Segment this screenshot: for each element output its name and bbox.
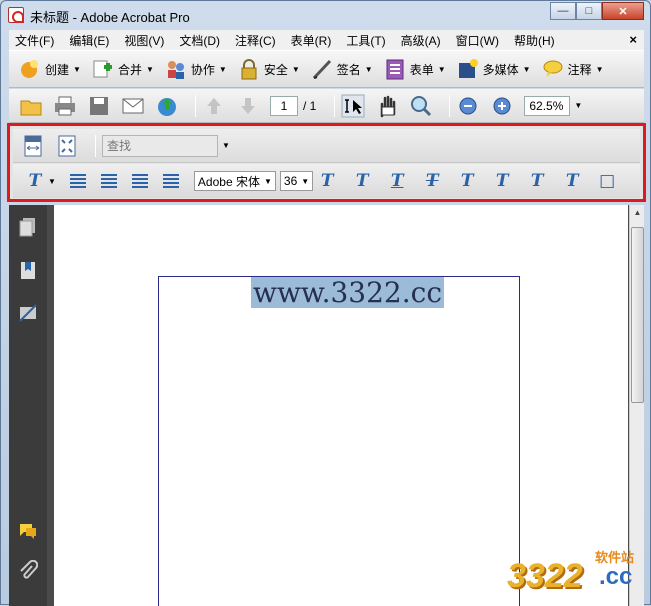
- typewriter-toolbar-highlight: 查找 ▼ T ▼ Adobe 宋体 ▼ 36 ▼ T T T T T T T T □: [7, 123, 646, 202]
- italic-text-icon[interactable]: T: [352, 171, 372, 191]
- fit-width-icon[interactable]: [21, 134, 45, 158]
- create-icon: [19, 58, 41, 80]
- fit-page-icon[interactable]: [55, 134, 79, 158]
- hand-tool-icon[interactable]: [375, 94, 399, 118]
- window-title: 未标题 - Adobe Acrobat Pro: [30, 10, 190, 25]
- document-close-icon[interactable]: ×: [629, 32, 637, 47]
- menu-bar: 文件(F) 编辑(E) 视图(V) 文档(D) 注释(C) 表单(R) 工具(T…: [9, 30, 644, 50]
- align-right-icon[interactable]: [131, 174, 148, 188]
- menu-edit[interactable]: 编辑(E): [69, 32, 109, 49]
- menu-advanced[interactable]: 高级(A): [401, 32, 441, 49]
- zoom-tool-icon[interactable]: [409, 94, 433, 118]
- subscript-icon[interactable]: T: [492, 171, 512, 191]
- text-format-toolbar: T ▼ Adobe 宋体 ▼ 36 ▼ T T T T T T T T □: [13, 164, 640, 198]
- scroll-thumb[interactable]: [631, 227, 644, 403]
- menu-file[interactable]: 文件(F): [15, 32, 54, 49]
- zoom-in-icon[interactable]: [490, 94, 514, 118]
- zoom-out-icon[interactable]: [456, 94, 480, 118]
- maximize-button[interactable]: □: [576, 2, 602, 20]
- upload-globe-icon[interactable]: [155, 94, 179, 118]
- find-dropdown-icon[interactable]: ▼: [222, 141, 230, 150]
- text-frame: www.3322.cc: [158, 276, 520, 606]
- font-family-select[interactable]: Adobe 宋体 ▼: [193, 171, 276, 191]
- sign-button[interactable]: 签名 ▼: [307, 54, 377, 84]
- title-bar: 未标题 - Adobe Acrobat Pro — □ ✕: [1, 1, 650, 29]
- underline-text-icon[interactable]: T: [387, 171, 407, 191]
- navigation-panel: [9, 205, 47, 606]
- text-spacing-icon[interactable]: T: [527, 171, 547, 191]
- attachments-icon[interactable]: [18, 559, 39, 580]
- menu-window[interactable]: 窗口(W): [456, 32, 499, 49]
- menu-tools[interactable]: 工具(T): [346, 32, 385, 49]
- menu-forms[interactable]: 表单(R): [291, 32, 332, 49]
- file-toolbar: 1 / 1 62.5% ▼: [9, 89, 644, 123]
- combine-icon: [92, 58, 114, 80]
- multimedia-button[interactable]: 多媒体 ▼: [453, 54, 535, 84]
- page-total: / 1: [303, 98, 317, 113]
- find-toolbar: 查找 ▼: [13, 129, 640, 163]
- minimize-button[interactable]: —: [550, 2, 576, 20]
- close-button[interactable]: ✕: [602, 2, 644, 20]
- text-box-icon[interactable]: □: [597, 171, 617, 191]
- combine-button[interactable]: 合并 ▼: [88, 54, 158, 84]
- font-size-select[interactable]: 36 ▼: [279, 171, 314, 191]
- text-indent-icon[interactable]: T: [562, 171, 582, 191]
- menu-view[interactable]: 视图(V): [124, 32, 164, 49]
- comment-button[interactable]: 注释 ▼: [538, 54, 608, 84]
- site-watermark-logo: 软件站 3322 .cc: [507, 550, 635, 595]
- next-page-icon[interactable]: [236, 94, 260, 118]
- comments-panel-icon[interactable]: [18, 520, 38, 540]
- zoom-dropdown-icon[interactable]: ▼: [574, 101, 582, 110]
- superscript-icon[interactable]: T: [457, 171, 477, 191]
- pen-icon: [311, 58, 333, 80]
- scroll-up-arrow[interactable]: ▲: [630, 205, 645, 221]
- secure-button[interactable]: 安全 ▼: [234, 54, 304, 84]
- selected-document-text[interactable]: www.3322.cc: [251, 277, 444, 308]
- comment-icon: [542, 58, 564, 80]
- multimedia-icon: [457, 58, 479, 80]
- save-icon[interactable]: [87, 94, 111, 118]
- find-input[interactable]: 查找: [102, 134, 218, 157]
- zoom-level-input[interactable]: 62.5%: [524, 95, 571, 116]
- text-color-dropdown-icon[interactable]: ▼: [48, 177, 56, 186]
- previous-page-icon[interactable]: [202, 94, 226, 118]
- collaborate-button[interactable]: 协作 ▼: [161, 54, 231, 84]
- menu-comments[interactable]: 注释(C): [235, 32, 276, 49]
- bookmarks-icon[interactable]: [18, 260, 38, 280]
- email-icon[interactable]: [121, 94, 145, 118]
- align-center-icon[interactable]: [100, 174, 117, 188]
- form-icon: [384, 58, 406, 80]
- collaborate-icon: [165, 58, 187, 80]
- tasks-toolbar: 创建 ▼ 合并 ▼ 协作 ▼ 安全 ▼ 签名 ▼ 表单 ▼ 多媒体 ▼ 注释 ▼: [9, 50, 644, 88]
- pages-icon[interactable]: [18, 217, 38, 237]
- bold-text-icon[interactable]: T: [317, 171, 337, 191]
- menu-help[interactable]: 帮助(H): [514, 32, 555, 49]
- text-color-icon[interactable]: T: [25, 171, 45, 191]
- menu-document[interactable]: 文档(D): [179, 32, 220, 49]
- justify-icon[interactable]: [162, 174, 179, 188]
- lock-icon: [238, 58, 260, 80]
- acrobat-window: 未标题 - Adobe Acrobat Pro — □ ✕ 文件(F) 编辑(E…: [0, 0, 651, 606]
- create-button[interactable]: 创建 ▼: [15, 54, 85, 84]
- strikethrough-text-icon[interactable]: T: [422, 171, 442, 191]
- print-icon[interactable]: [53, 94, 77, 118]
- signatures-icon[interactable]: [18, 303, 38, 323]
- page-number-input[interactable]: 1: [270, 95, 298, 116]
- pdf-app-icon: [8, 7, 24, 23]
- select-tool-icon[interactable]: [341, 94, 365, 118]
- open-folder-icon[interactable]: [19, 94, 43, 118]
- forms-button[interactable]: 表单 ▼: [380, 54, 450, 84]
- align-left-icon[interactable]: [69, 174, 86, 188]
